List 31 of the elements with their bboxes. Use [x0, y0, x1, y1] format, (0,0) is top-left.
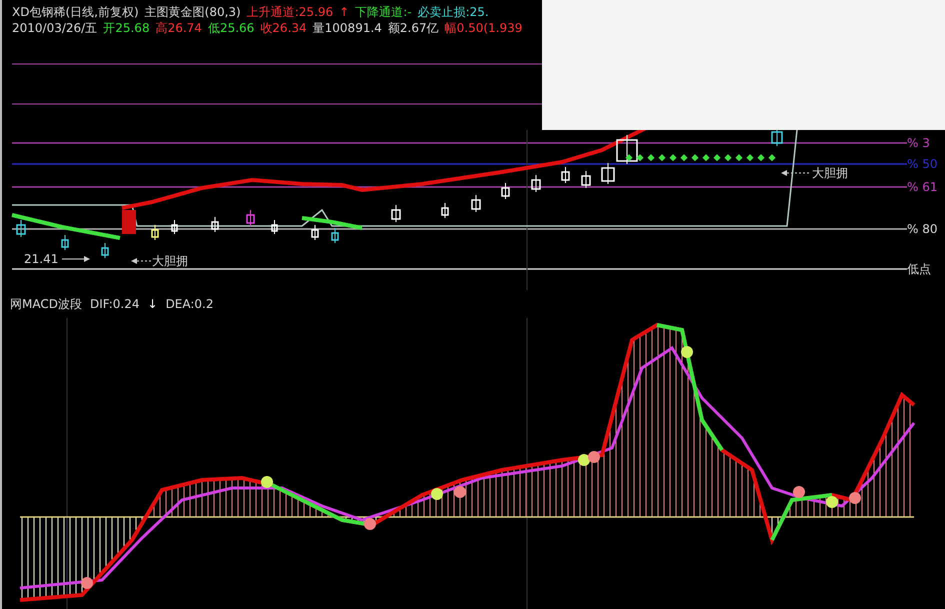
chart-annotation: 大胆拥: [812, 166, 848, 180]
level-label: 低点: [907, 262, 931, 276]
quote-text: 额2.67亿: [388, 20, 439, 36]
quote-text: 开25.68: [103, 20, 150, 36]
arrow-icon: [131, 258, 152, 264]
chart-annotation: 21.41: [24, 252, 58, 266]
quote-text: 高26.74: [156, 20, 202, 36]
quote-text: 幅0.50(1.939: [444, 20, 522, 36]
level-label: % 80: [907, 222, 938, 236]
quote-text: 收26.34: [260, 20, 307, 36]
indicator-value: ↓: [148, 296, 158, 312]
level-label: % 3: [907, 136, 930, 150]
quote-text: 必卖止损:25.: [418, 4, 489, 20]
quote-text: 量100891.4: [312, 20, 382, 36]
indicator-value: DIF:0.24: [90, 296, 140, 312]
quote-text: 下降通道:-: [355, 4, 412, 20]
quote-text: XD包钢稀(日线,前复权): [12, 4, 139, 20]
level-label: % 50: [907, 157, 938, 171]
indicator-title: 网MACD波段: [10, 296, 82, 312]
level-label: % 61: [907, 180, 938, 194]
quote-text: ↑: [339, 4, 350, 20]
quote-text: 低25.66: [208, 20, 254, 36]
chart-annotation: 大胆拥: [152, 254, 188, 268]
quote-text: 2010/03/26/五: [12, 20, 98, 36]
indicator-value: DEA:0.2: [166, 296, 214, 312]
arrow-icon: [781, 170, 810, 176]
moving-average-line: [302, 216, 362, 230]
quote-text: 主图黄金图(80,3): [144, 4, 241, 20]
quote-text: 上升通道:25.96: [246, 4, 334, 20]
arrow-icon: [62, 256, 90, 262]
candlestick: [122, 210, 136, 234]
